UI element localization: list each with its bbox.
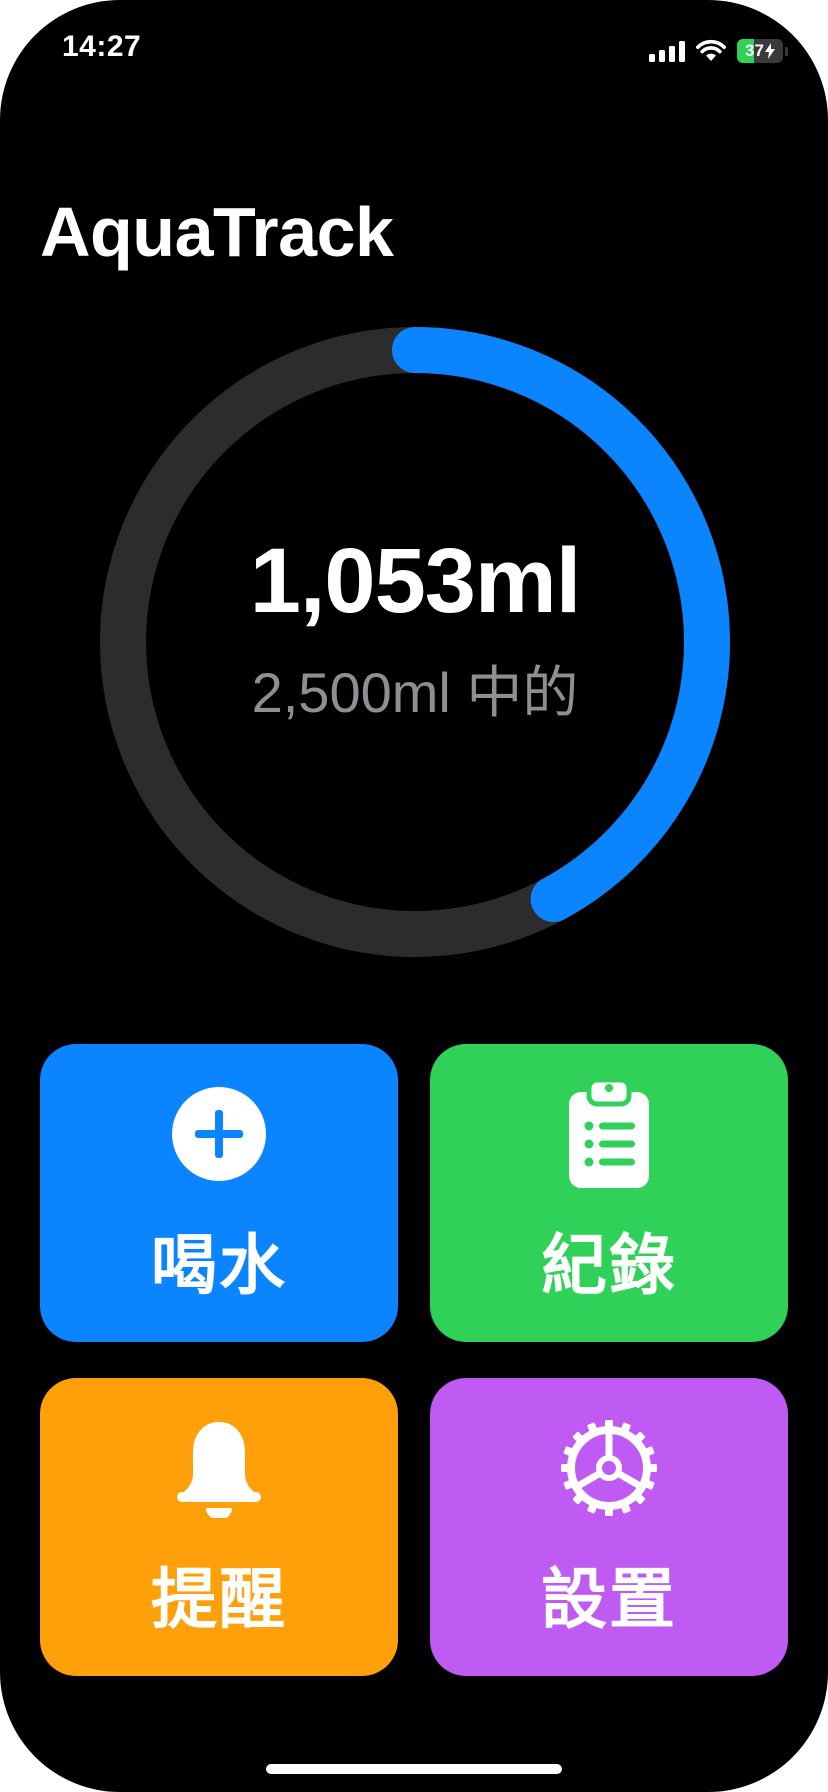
battery-nub [785, 46, 788, 56]
status-icons: 37 [649, 36, 788, 66]
records-button[interactable]: 紀錄 [430, 1044, 788, 1342]
drink-water-label: 喝水 [151, 1227, 287, 1304]
clipboard-list-icon [569, 1078, 649, 1188]
plus-circle-icon [172, 1087, 266, 1181]
reminders-label: 提醒 [151, 1561, 287, 1638]
settings-label: 設置 [541, 1561, 677, 1638]
battery-level: 37 [745, 41, 764, 60]
wifi-icon [696, 39, 726, 61]
bell-icon [177, 1422, 261, 1518]
drink-water-button[interactable]: 喝水 [40, 1044, 398, 1342]
intake-amount: 1,053ml [249, 530, 582, 632]
home-indicator[interactable] [266, 1764, 562, 1774]
battery-icon: 37 [737, 39, 783, 63]
settings-button[interactable]: 設置 [430, 1378, 788, 1676]
goal-amount: 2,500ml 中的 [251, 661, 579, 724]
records-label: 紀錄 [541, 1227, 677, 1304]
gear-icon [561, 1420, 657, 1516]
gear-tooth [561, 1464, 573, 1472]
app-title: AquaTrack [40, 193, 394, 271]
signal-icon [649, 40, 685, 62]
progress-ring: 1,053ml 2,500ml 中的 [100, 327, 730, 957]
charging-bolt-icon [764, 43, 775, 59]
gear-tooth [605, 1504, 613, 1516]
reminders-button[interactable]: 提醒 [40, 1378, 398, 1676]
status-time: 14:27 [62, 30, 142, 63]
gear-tooth [645, 1464, 657, 1472]
phone-screen: 14:27 37 AquaTrack 1,053ml 2,500ml 中的 喝水… [0, 0, 828, 1792]
